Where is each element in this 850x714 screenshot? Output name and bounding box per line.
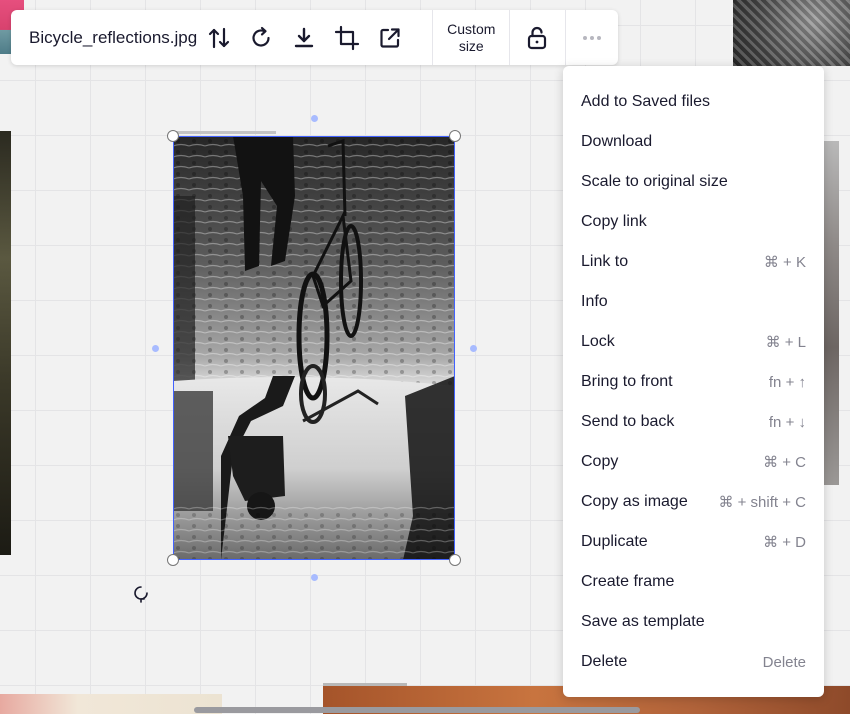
rotate-handle-icon[interactable] — [131, 583, 151, 603]
menu-item-shortcut: Delete — [762, 653, 806, 671]
menu-item-label: Send to back — [581, 413, 675, 430]
resize-handle-bottom-left[interactable] — [167, 554, 179, 566]
custom-size-label-line1: Custom — [447, 20, 496, 37]
connector-dot-bottom[interactable] — [311, 574, 318, 581]
bicycle-reflection-photo — [173, 136, 455, 560]
crop-button[interactable] — [326, 10, 369, 65]
menu-item-save-as-template[interactable]: Save as template — [563, 602, 824, 642]
selected-image[interactable] — [173, 136, 455, 560]
board-image-bottom-left[interactable] — [0, 694, 222, 714]
horizontal-scrollbar[interactable] — [194, 707, 640, 713]
menu-item-label: Download — [581, 133, 653, 150]
menu-item-add-to-saved-files[interactable]: Add to Saved files — [563, 82, 824, 122]
menu-item-send-to-back[interactable]: Send to back fn + ↓ — [563, 402, 824, 442]
menu-item-shortcut: fn + ↑ — [768, 373, 806, 391]
menu-item-label: Copy link — [581, 213, 647, 230]
connector-dot-top[interactable] — [311, 115, 318, 122]
menu-item-shortcut: ⌘ + shift + C — [718, 494, 806, 511]
menu-item-scale-to-original-size[interactable]: Scale to original size — [563, 162, 824, 202]
menu-item-label: Create frame — [581, 573, 675, 590]
resize-handle-bottom-right[interactable] — [449, 554, 461, 566]
menu-item-label: Save as template — [581, 613, 705, 630]
menu-item-label: Duplicate — [581, 533, 648, 550]
board-image-top-right[interactable] — [733, 0, 850, 66]
rotate-icon — [252, 26, 270, 47]
menu-item-create-frame[interactable]: Create frame — [563, 562, 824, 602]
more-button[interactable] — [566, 10, 618, 65]
more-icon — [582, 35, 601, 40]
custom-size-button[interactable]: Custom size — [433, 10, 509, 65]
connector-dot-left[interactable] — [152, 345, 159, 352]
resize-handle-top-right[interactable] — [449, 130, 461, 142]
menu-item-copy-as-image[interactable]: Copy as image ⌘ + shift + C — [563, 482, 824, 522]
menu-item-copy-link[interactable]: Copy link — [563, 202, 824, 242]
menu-item-shortcut: fn + ↓ — [768, 413, 806, 431]
rotate-button[interactable] — [240, 10, 283, 65]
menu-item-copy[interactable]: Copy ⌘ + C — [563, 442, 824, 482]
crop-icon — [334, 25, 359, 50]
menu-item-shortcut: ⌘ + D — [763, 534, 806, 551]
menu-item-duplicate[interactable]: Duplicate ⌘ + D — [563, 522, 824, 562]
menu-item-download[interactable]: Download — [563, 122, 824, 162]
menu-item-label: Delete — [581, 653, 628, 670]
menu-item-label: Copy — [581, 453, 619, 470]
resize-handle-top-left[interactable] — [167, 130, 179, 142]
menu-item-bring-to-front[interactable]: Bring to front fn + ↑ — [563, 362, 824, 402]
menu-item-label: Link to — [581, 253, 629, 270]
download-icon — [294, 27, 314, 47]
board-image-left[interactable] — [0, 131, 11, 555]
image-toolbar: Bicycle_reflections.jpg Custom size — [11, 10, 618, 65]
menu-item-label: Add to Saved files — [581, 93, 710, 110]
custom-size-label-line2: size — [458, 37, 484, 54]
menu-item-shortcut: ⌘ + C — [763, 454, 806, 471]
menu-item-shortcut: ⌘ + L — [765, 334, 806, 351]
board-image-right[interactable] — [822, 141, 839, 485]
menu-item-label: Copy as image — [581, 493, 688, 510]
menu-item-shortcut: ⌘ + K — [763, 254, 806, 271]
connector-dot-right[interactable] — [470, 345, 477, 352]
menu-item-label: Lock — [581, 333, 615, 350]
flip-button[interactable] — [197, 10, 240, 65]
lock-button[interactable] — [510, 10, 564, 65]
unlock-icon — [528, 26, 547, 49]
menu-item-lock[interactable]: Lock ⌘ + L — [563, 322, 824, 362]
menu-item-label: Bring to front — [581, 373, 673, 390]
flip-icon — [208, 27, 229, 48]
open-external-button[interactable] — [368, 10, 411, 65]
image-loading-bar — [176, 131, 276, 134]
menu-item-info[interactable]: Info — [563, 282, 824, 322]
menu-item-link-to[interactable]: Link to ⌘ + K — [563, 242, 824, 282]
context-menu: Add to Saved files Download Scale to origi… — [563, 66, 824, 697]
menu-item-label: Scale to original size — [581, 173, 728, 190]
file-name[interactable]: Bicycle_reflections.jpg — [11, 28, 197, 48]
menu-item-label: Info — [581, 293, 608, 310]
download-button[interactable] — [283, 10, 326, 65]
open-external-icon — [380, 27, 400, 48]
menu-item-delete[interactable]: Delete Delete — [563, 642, 824, 682]
